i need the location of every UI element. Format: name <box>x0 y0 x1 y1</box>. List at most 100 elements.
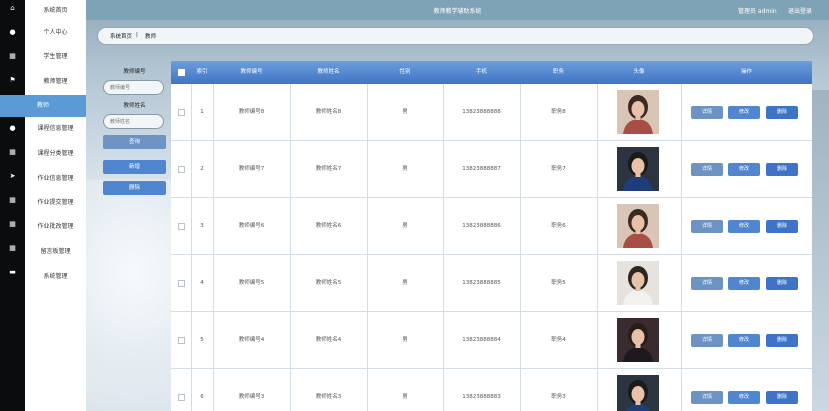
row-teacher-no: 教师编号5 <box>238 280 265 286</box>
current-user: 管理员 admin <box>738 8 777 15</box>
detail-button[interactable]: 详情 <box>691 277 723 290</box>
sidebar-item-homework-grade[interactable]: 作业批改管理 <box>25 216 86 238</box>
edit-button[interactable]: 修改 <box>728 106 760 119</box>
row-index: 3 <box>200 223 204 229</box>
teacher-avatar-image <box>617 318 659 362</box>
sidebar-item-homework-submit[interactable]: 作业提交管理 <box>25 192 86 214</box>
logout-link[interactable]: 退出登录 <box>788 6 812 15</box>
row-checkbox[interactable] <box>178 394 185 401</box>
delete-button[interactable]: 删除 <box>766 220 798 233</box>
icon-bar: ⌂ ● ▦ ⚑ ● ▦ ➤ ▦ ▦ ▦ ▬ <box>0 0 25 411</box>
sidebar-item-course-info[interactable]: 课程信息管理 <box>25 118 86 140</box>
detail-button[interactable]: 详情 <box>691 106 723 119</box>
col-title: 职务 <box>552 69 564 75</box>
row-teacher-name: 教师姓名3 <box>315 394 342 400</box>
query-button[interactable]: 查询 <box>103 135 166 149</box>
add-button[interactable]: 新增 <box>103 160 166 174</box>
grid-icon[interactable]: ▦ <box>8 52 17 61</box>
delete-button[interactable]: 删除 <box>766 334 798 347</box>
col-avatar: 头像 <box>633 69 645 75</box>
teacher-avatar-image <box>617 90 659 134</box>
col-phone: 手机 <box>475 69 487 75</box>
user-icon[interactable]: ● <box>8 124 17 133</box>
sidebar-item-system[interactable]: 系统管理 <box>25 266 86 288</box>
delete-button[interactable]: 删除 <box>766 106 798 119</box>
row-gender: 男 <box>402 280 408 286</box>
breadcrumb-separator: | <box>136 32 138 38</box>
row-index: 2 <box>200 166 204 172</box>
teacher-name-input[interactable] <box>103 114 164 129</box>
teacher-no-label: 教师编号 <box>123 69 146 75</box>
teacher-avatar-image <box>617 147 659 191</box>
row-teacher-no: 教师编号4 <box>238 337 265 343</box>
edit-button[interactable]: 修改 <box>728 391 760 404</box>
row-teacher-name: 教师姓名7 <box>315 166 342 172</box>
monitor-icon[interactable]: ▬ <box>8 268 17 277</box>
detail-button[interactable]: 详情 <box>691 391 723 404</box>
grid-icon[interactable]: ▦ <box>8 244 17 253</box>
teacher-avatar-image <box>617 375 659 411</box>
sidebar-item-teacher[interactable]: 教师 <box>0 95 86 117</box>
row-title: 职务3 <box>551 394 566 400</box>
row-title: 职务4 <box>551 337 566 343</box>
app-title: 教师教学辅助系统 <box>433 8 482 15</box>
grid-icon[interactable]: ▦ <box>8 220 17 229</box>
sidebar-item-profile[interactable]: 个人中心 <box>25 22 86 44</box>
row-gender: 男 <box>402 223 408 229</box>
row-teacher-name: 教师姓名8 <box>315 109 342 115</box>
row-title: 职务7 <box>551 166 566 172</box>
row-checkbox[interactable] <box>178 166 185 173</box>
delete-button[interactable]: 删除 <box>766 277 798 290</box>
sidebar-item-students[interactable]: 学生管理 <box>25 46 86 68</box>
table-row: 4 教师编号5 教师姓名5 男 13823888885 职务5 详情 修改 删除 <box>171 255 812 312</box>
row-teacher-no: 教师编号8 <box>238 109 265 115</box>
home-icon[interactable]: ⌂ <box>8 4 17 13</box>
teacher-no-input[interactable] <box>103 80 164 95</box>
row-index: 5 <box>200 337 204 343</box>
row-phone: 13823888885 <box>462 280 501 286</box>
row-phone: 13823888887 <box>462 166 501 172</box>
row-phone: 13823888886 <box>462 223 501 229</box>
row-gender: 男 <box>402 394 408 400</box>
detail-button[interactable]: 详情 <box>691 334 723 347</box>
row-teacher-name: 教师姓名6 <box>315 223 342 229</box>
batch-delete-button[interactable]: 删除 <box>103 181 166 195</box>
detail-button[interactable]: 详情 <box>691 163 723 176</box>
user-icon[interactable]: ● <box>8 28 17 37</box>
select-all-checkbox[interactable] <box>178 69 185 76</box>
row-phone: 13823888883 <box>462 394 501 400</box>
edit-button[interactable]: 修改 <box>728 163 760 176</box>
row-title: 职务6 <box>551 223 566 229</box>
row-index: 1 <box>200 109 204 115</box>
row-phone: 13823888888 <box>462 109 501 115</box>
table-row: 5 教师编号4 教师姓名4 男 13823888884 职务4 详情 修改 删除 <box>171 312 812 369</box>
teacher-name-label: 教师姓名 <box>123 103 146 109</box>
sidebar-item-course-category[interactable]: 课程分类管理 <box>25 143 86 165</box>
sidebar-item-teacher-mgmt[interactable]: 教师管理 <box>25 71 86 93</box>
row-teacher-no: 教师编号3 <box>238 394 265 400</box>
teacher-avatar-image <box>617 204 659 248</box>
breadcrumb-home[interactable]: 系统首页 <box>110 32 132 40</box>
breadcrumb-current: 教师 <box>145 34 157 40</box>
row-title: 职务5 <box>551 280 566 286</box>
row-checkbox[interactable] <box>178 109 185 116</box>
row-title: 职务8 <box>551 109 566 115</box>
row-checkbox[interactable] <box>178 280 185 287</box>
row-checkbox[interactable] <box>178 337 185 344</box>
row-checkbox[interactable] <box>178 223 185 230</box>
edit-button[interactable]: 修改 <box>728 334 760 347</box>
edit-button[interactable]: 修改 <box>728 220 760 233</box>
delete-button[interactable]: 删除 <box>766 163 798 176</box>
delete-button[interactable]: 删除 <box>766 391 798 404</box>
flag-icon[interactable]: ⚑ <box>8 76 17 85</box>
sidebar-item-homework-info[interactable]: 作业信息管理 <box>25 168 86 190</box>
sidebar-item-home[interactable]: 系统首页 <box>25 0 86 22</box>
sidebar-item-messages[interactable]: 留言板管理 <box>25 241 86 263</box>
grid-icon[interactable]: ▦ <box>8 196 17 205</box>
row-teacher-name: 教师姓名4 <box>315 337 342 343</box>
grid-icon[interactable]: ▦ <box>8 148 17 157</box>
send-icon[interactable]: ➤ <box>8 172 17 181</box>
row-phone: 13823888884 <box>462 337 501 343</box>
detail-button[interactable]: 详情 <box>691 220 723 233</box>
edit-button[interactable]: 修改 <box>728 277 760 290</box>
